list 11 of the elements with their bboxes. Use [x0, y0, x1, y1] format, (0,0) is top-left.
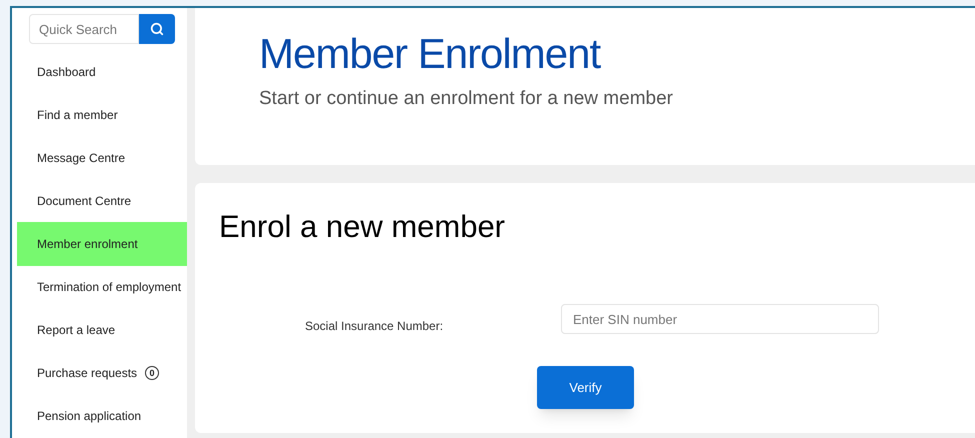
form-title: Enrol a new member: [219, 208, 506, 246]
sidebar-item[interactable]: Member enrolment: [17, 222, 187, 266]
sin-input-field[interactable]: Enter SIN number: [561, 304, 879, 334]
search-field[interactable]: Quick Search: [29, 14, 139, 44]
search-button[interactable]: [139, 14, 175, 44]
count-badge: 0: [145, 366, 160, 380]
page-title: Member Enrolment: [259, 30, 602, 78]
page-subtitle: Start or continue an enrolment for a new member: [259, 87, 674, 111]
field-label: Social Insurance Number:: [305, 318, 444, 335]
search-icon: [150, 22, 164, 36]
verify-button[interactable]: Verify: [537, 366, 634, 409]
